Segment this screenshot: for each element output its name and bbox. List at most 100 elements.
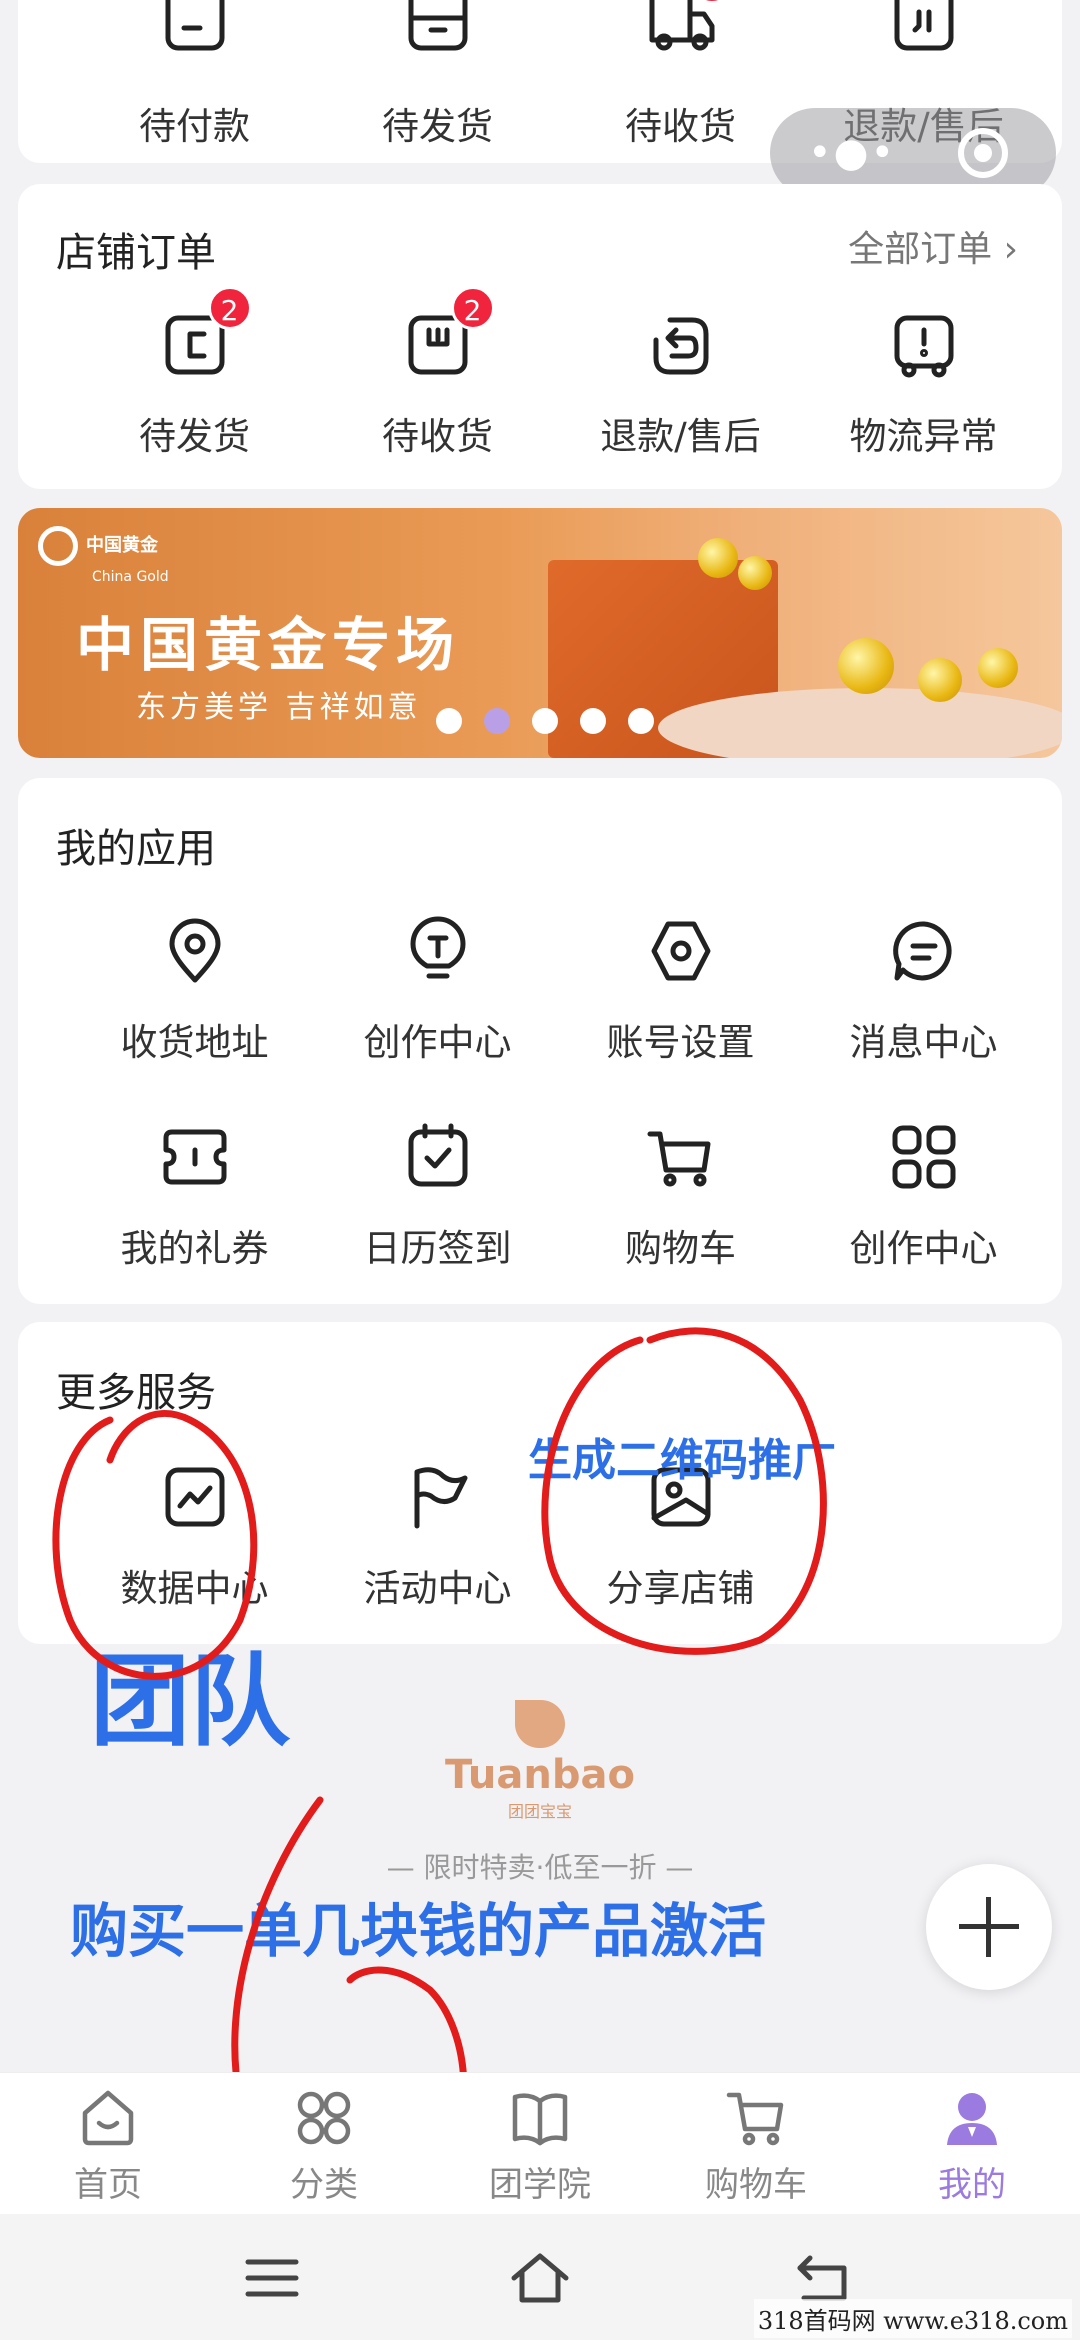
target-icon[interactable] (958, 128, 1008, 178)
brand-logo-icon (515, 1700, 565, 1748)
china-gold-logo: 中国黄金 China Gold (38, 526, 169, 587)
shop-order-pending-ship[interactable]: 2 待发货 (73, 286, 316, 460)
tab-mine[interactable]: 我的 (864, 2087, 1080, 2206)
home-outline-icon (511, 2253, 569, 2303)
service-label: 分享店铺 (606, 1567, 755, 1610)
shop-orders-card: 店铺订单 全部订单 › 2 待发货 2 待收货 退款/售后 物流异常 (18, 184, 1062, 489)
app-label: 购物车 (625, 1227, 736, 1270)
wallet-icon (160, 0, 230, 70)
add-fab-button[interactable] (926, 1864, 1052, 1990)
shop-order-label: 物流异常 (849, 415, 998, 458)
app-creation-center[interactable]: 创作中心 (316, 916, 559, 1066)
grid-icon (297, 2091, 351, 2145)
carousel-dot[interactable] (532, 708, 558, 734)
shop-order-logistics-exception[interactable]: 物流异常 (802, 310, 1045, 460)
plus-icon (986, 1897, 991, 1957)
service-data-center[interactable]: 数据中心 (73, 1462, 316, 1612)
all-orders-link[interactable]: 全部订单 › (848, 220, 1018, 272)
lightbulb-icon (403, 916, 473, 986)
tab-label: 我的 (938, 2165, 1006, 2205)
brand-slogan: — 限时特卖·低至一折 — (386, 1851, 694, 1884)
app-label: 创作中心 (849, 1227, 998, 1270)
truck-alert-icon (889, 310, 959, 380)
home-button[interactable] (508, 2248, 569, 2308)
shop-order-pending-receive[interactable]: 2 待收货 (316, 286, 559, 460)
gold-earring-decoration (738, 556, 772, 590)
carousel-indicator (436, 708, 676, 738)
service-activity-center[interactable]: 活动中心 (316, 1462, 559, 1612)
order-pending-receive[interactable]: 待收货 (559, 0, 802, 150)
carousel-dot[interactable] (436, 708, 462, 734)
chart-icon (160, 1462, 230, 1532)
logo-en: China Gold (92, 569, 169, 585)
app-label: 日历签到 (363, 1227, 512, 1270)
app-calendar-checkin[interactable]: 日历签到 (316, 1122, 559, 1272)
promo-banner[interactable]: 中国黄金 China Gold 中国黄金专场 东方美学 吉祥如意 (18, 508, 1062, 758)
order-label: 待收货 (625, 105, 736, 148)
badge: 2 (450, 286, 495, 330)
app-label: 收货地址 (120, 1021, 269, 1064)
order-label: 待发货 (382, 105, 493, 148)
menu-icon (245, 2259, 299, 2297)
cart-icon (726, 2092, 784, 2146)
cart-icon (646, 1122, 716, 1192)
app-account-settings[interactable]: 账号设置 (559, 916, 802, 1066)
china-gold-mark-icon (38, 526, 78, 566)
message-bubble-icon (889, 916, 959, 986)
annotation-activate: 购买一单几块钱的产品激活 (70, 1897, 767, 1965)
logo-cn: 中国黄金 (86, 535, 158, 556)
app-label: 消息中心 (849, 1021, 998, 1064)
refund-icon (889, 0, 959, 70)
carousel-dot[interactable] (580, 708, 606, 734)
annotation-team: 团队 (90, 1643, 290, 1760)
order-pending-ship[interactable]: 待发货 (316, 0, 559, 150)
shop-order-label: 待收货 (382, 415, 493, 458)
more-services-title: 更多服务 (56, 1370, 216, 1416)
gold-ring-decoration (918, 658, 962, 702)
more-dots-icon[interactable]: •●• (808, 133, 896, 173)
home-icon (82, 2090, 134, 2146)
package-icon: 2 (403, 286, 495, 380)
bottom-tab-bar: 首页 分类 团学院 购物车 我的 (0, 2072, 1080, 2214)
carousel-dot-active[interactable] (484, 708, 510, 734)
menu-button[interactable] (242, 2248, 302, 2308)
gold-earring-decoration (698, 538, 738, 578)
order-pending-payment[interactable]: 待付款 (73, 0, 316, 150)
tab-label: 团学院 (489, 2165, 591, 2205)
location-pin-icon (160, 916, 230, 986)
service-label: 数据中心 (120, 1567, 269, 1610)
return-icon (646, 310, 716, 380)
badge: 2 (207, 286, 252, 330)
tab-label: 分类 (290, 2165, 358, 2205)
system-nav-bar: 318首码网 www.e318.com (0, 2214, 1080, 2340)
app-creation-center-2[interactable]: 创作中心 (802, 1122, 1045, 1272)
shop-order-refund[interactable]: 退款/售后 (559, 310, 802, 460)
tab-cart[interactable]: 购物车 (648, 2087, 864, 2206)
carousel-dot[interactable] (628, 708, 654, 734)
app-shopping-cart[interactable]: 购物车 (559, 1122, 802, 1272)
gold-bead-decoration (978, 648, 1018, 688)
user-icon (947, 2093, 997, 2145)
truck-icon (646, 0, 734, 70)
shop-order-label: 待发货 (139, 415, 250, 458)
tab-academy[interactable]: 团学院 (432, 2087, 648, 2206)
banner-title: 中国黄金专场 (76, 611, 461, 679)
brand-name-cn: 团团宝宝 (507, 1802, 572, 1821)
app-message-center[interactable]: 消息中心 (802, 916, 1045, 1066)
annotation-qr-promo: 生成二维码推广 (528, 1435, 836, 1486)
gold-flower-decoration (838, 638, 894, 694)
app-label: 我的礼券 (120, 1227, 269, 1270)
box-icon (403, 0, 473, 70)
app-label: 创作中心 (363, 1021, 512, 1064)
tab-label: 首页 (74, 2165, 142, 2205)
calendar-check-icon (403, 1122, 473, 1192)
coupon-icon (160, 1122, 230, 1192)
tab-category[interactable]: 分类 (216, 2087, 432, 2206)
watermark: 318首码网 www.e318.com (753, 2299, 1072, 2338)
book-icon (512, 2093, 568, 2146)
order-label: 待付款 (139, 105, 250, 148)
my-apps-title: 我的应用 (56, 826, 216, 872)
app-shipping-address[interactable]: 收货地址 (73, 916, 316, 1066)
tab-home[interactable]: 首页 (0, 2087, 216, 2206)
app-my-coupons[interactable]: 我的礼券 (73, 1122, 316, 1272)
